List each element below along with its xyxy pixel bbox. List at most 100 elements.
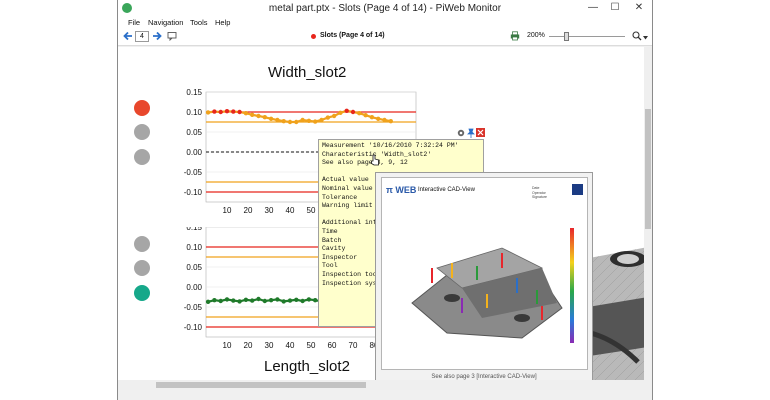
zeiss-logo (572, 184, 583, 195)
print-icon[interactable] (510, 31, 520, 41)
data-point (262, 298, 267, 304)
data-point (344, 108, 349, 113)
data-point (300, 117, 305, 123)
data-point (294, 297, 299, 302)
chevron-down-icon[interactable] (643, 36, 648, 40)
toolbar: 4 Slots (Page 4 of 14) 200% (118, 28, 652, 46)
page-number-input[interactable]: 4 (135, 31, 149, 42)
y-tick-label: 0.15 (186, 227, 202, 232)
data-point (369, 115, 375, 120)
data-point (313, 119, 318, 124)
x-tick-label: 50 (307, 341, 316, 350)
y-tick-label: 0.10 (186, 243, 202, 252)
tooltip-line: Measurement '10/16/2010 7:32:24 PM' (322, 142, 459, 149)
menu-help[interactable]: Help (215, 18, 230, 27)
status-dot (134, 149, 150, 165)
data-point (250, 298, 255, 303)
data-point (275, 117, 280, 123)
y-tick-label: -0.10 (184, 188, 203, 197)
x-tick-label: 50 (307, 206, 316, 215)
data-point (243, 297, 249, 302)
tooltip-line: Characteristic 'Width_slot2' (322, 150, 432, 158)
cad-view-panel: π WEB Interactive CAD-View Date Operator… (381, 177, 588, 370)
y-tick-label: 0.05 (186, 128, 202, 137)
zoom-slider-track[interactable] (549, 36, 625, 37)
data-point (306, 118, 312, 123)
forward-arrow-icon[interactable] (152, 31, 162, 41)
cad-view-heading: Interactive CAD-View (418, 187, 475, 193)
menu-tools[interactable]: Tools (190, 18, 208, 27)
close-button[interactable]: ✕ (626, 0, 652, 16)
close-icon[interactable] (476, 128, 485, 137)
vertical-scrollbar[interactable] (644, 47, 652, 390)
search-icon[interactable] (632, 31, 642, 41)
data-point (388, 119, 393, 124)
title-bar: metal part.ptx - Slots (Page 4 of 14) - … (118, 0, 652, 16)
y-tick-label: -0.05 (184, 303, 203, 312)
tooltip-line: See also page 3, 9, 12 (322, 159, 408, 167)
menu-bar: File Navigation Tools Help (118, 16, 652, 28)
piweb-monitor-window: metal part.ptx - Slots (Page 4 of 14) - … (117, 0, 653, 400)
window-title: metal part.ptx - Slots (Page 4 of 14) - … (268, 3, 502, 14)
menu-navigation[interactable]: Navigation (148, 18, 183, 27)
x-tick-label: 30 (265, 341, 274, 350)
zoom-slider-thumb[interactable] (564, 32, 569, 41)
y-tick-label: 0.10 (186, 108, 202, 117)
data-point (212, 109, 217, 114)
data-point (331, 113, 337, 119)
data-point (281, 299, 286, 304)
piweb-logo: π WEB (386, 185, 417, 195)
x-tick-label: 60 (328, 341, 337, 350)
y-tick-label: 0.15 (186, 88, 202, 97)
cad-view-popup[interactable]: π WEB Interactive CAD-View Date Operator… (375, 172, 593, 384)
data-point (231, 298, 236, 303)
report-page: Width_slot2 Length_slot2 0.15 0.10 0.05 0.0… (118, 47, 646, 390)
data-point (262, 115, 267, 120)
y-tick-label: 0.00 (186, 148, 202, 157)
x-tick-label: 70 (349, 341, 358, 350)
menu-file[interactable]: File (128, 18, 140, 27)
pin-icon[interactable] (466, 128, 476, 138)
status-dot (134, 260, 150, 276)
y-tick-label: -0.10 (184, 323, 203, 332)
page-status-dot (311, 34, 316, 39)
data-point (224, 109, 230, 114)
hand-cursor-icon (371, 154, 379, 166)
horizontal-scroll-thumb[interactable] (156, 382, 366, 388)
data-point (294, 119, 299, 125)
cad-view-meta: Date Operator Signature (532, 186, 547, 200)
data-point (306, 297, 312, 302)
data-point (256, 296, 261, 302)
x-tick-label: 10 (223, 206, 232, 215)
data-point (300, 298, 305, 304)
x-tick-label: 30 (265, 206, 274, 215)
data-point (218, 109, 223, 115)
data-point (212, 298, 217, 303)
data-point (224, 297, 230, 302)
status-dot (134, 100, 150, 116)
page-title: Slots (Page 4 of 14) (320, 32, 385, 39)
data-point (237, 299, 242, 304)
data-point (350, 109, 356, 115)
minimize-button[interactable]: — (582, 0, 604, 16)
data-point (325, 115, 330, 120)
vertical-scroll-thumb[interactable] (645, 109, 651, 229)
horizontal-scrollbar[interactable] (118, 380, 646, 390)
comment-icon[interactable] (167, 31, 177, 41)
meta-signature: Signature (532, 195, 547, 199)
data-point (338, 110, 343, 115)
data-point (237, 109, 242, 115)
gear-icon[interactable] (456, 128, 466, 138)
cad-part-render (411, 228, 574, 343)
x-tick-label: 20 (244, 341, 253, 350)
y-tick-label: 0.05 (186, 263, 202, 272)
status-dot (134, 236, 150, 252)
y-tick-label: -0.05 (184, 168, 203, 177)
data-point (382, 117, 387, 123)
data-point (319, 117, 324, 123)
data-point (281, 119, 286, 124)
maximize-button[interactable]: ☐ (604, 0, 626, 16)
back-arrow-icon[interactable] (123, 31, 133, 41)
data-point (218, 298, 223, 304)
data-point (275, 297, 280, 302)
